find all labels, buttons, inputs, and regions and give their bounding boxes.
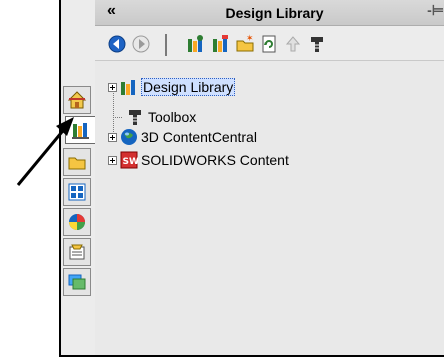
callout-arrow: [16, 117, 74, 186]
